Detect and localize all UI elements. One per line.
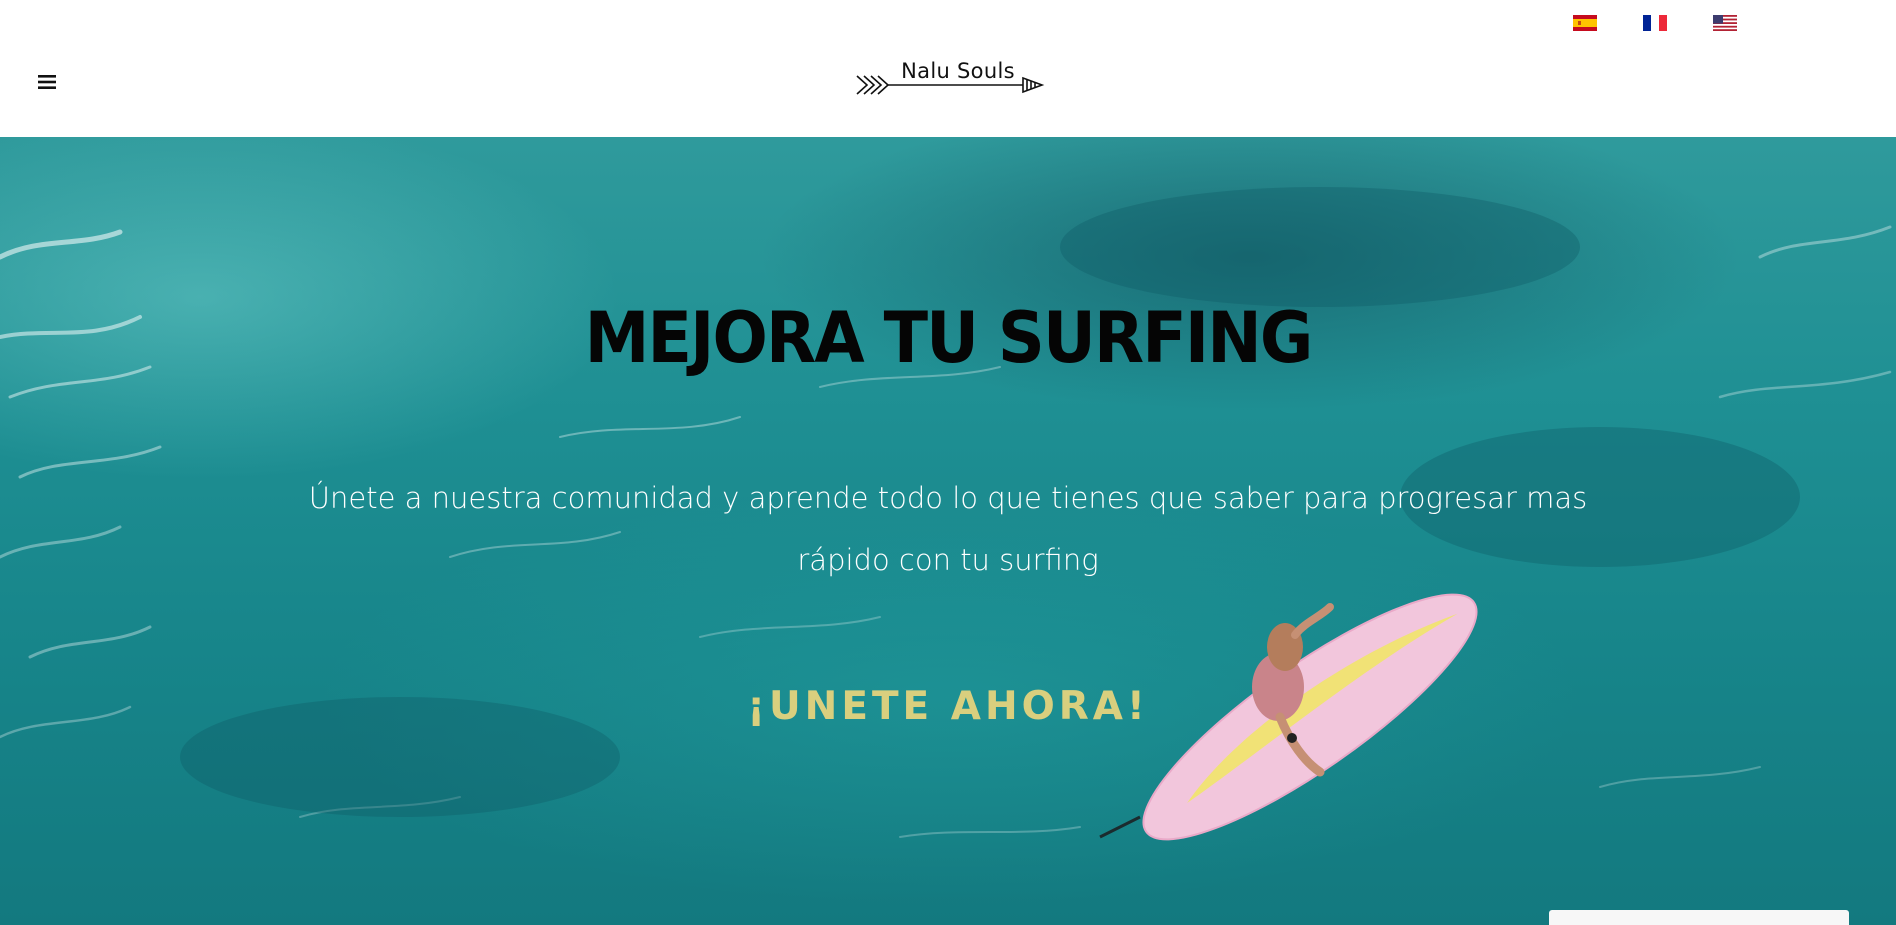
menu-button[interactable] bbox=[35, 70, 59, 94]
usa-flag-icon[interactable] bbox=[1713, 15, 1737, 31]
site-logo[interactable]: Nalu Souls bbox=[855, 56, 1045, 98]
language-switcher bbox=[1573, 15, 1737, 31]
hamburger-menu-icon bbox=[38, 75, 56, 89]
join-now-button[interactable]: ¡UNETE AHORA! bbox=[0, 684, 1896, 729]
arrow-logo-icon bbox=[856, 75, 1045, 95]
hero-title: MEJORA TU SURFING bbox=[584, 297, 1314, 379]
chat-widget-tab[interactable] bbox=[1549, 910, 1849, 925]
spain-flag-icon[interactable] bbox=[1573, 15, 1597, 31]
site-header: Nalu Souls bbox=[0, 0, 1896, 137]
france-flag-icon[interactable] bbox=[1643, 15, 1667, 31]
hero-section: MEJORA TU SURFING Únete a nuestra comuni… bbox=[0, 137, 1896, 925]
hero-subtitle: Únete a nuestra comunidad y aprende todo… bbox=[308, 481, 1588, 577]
